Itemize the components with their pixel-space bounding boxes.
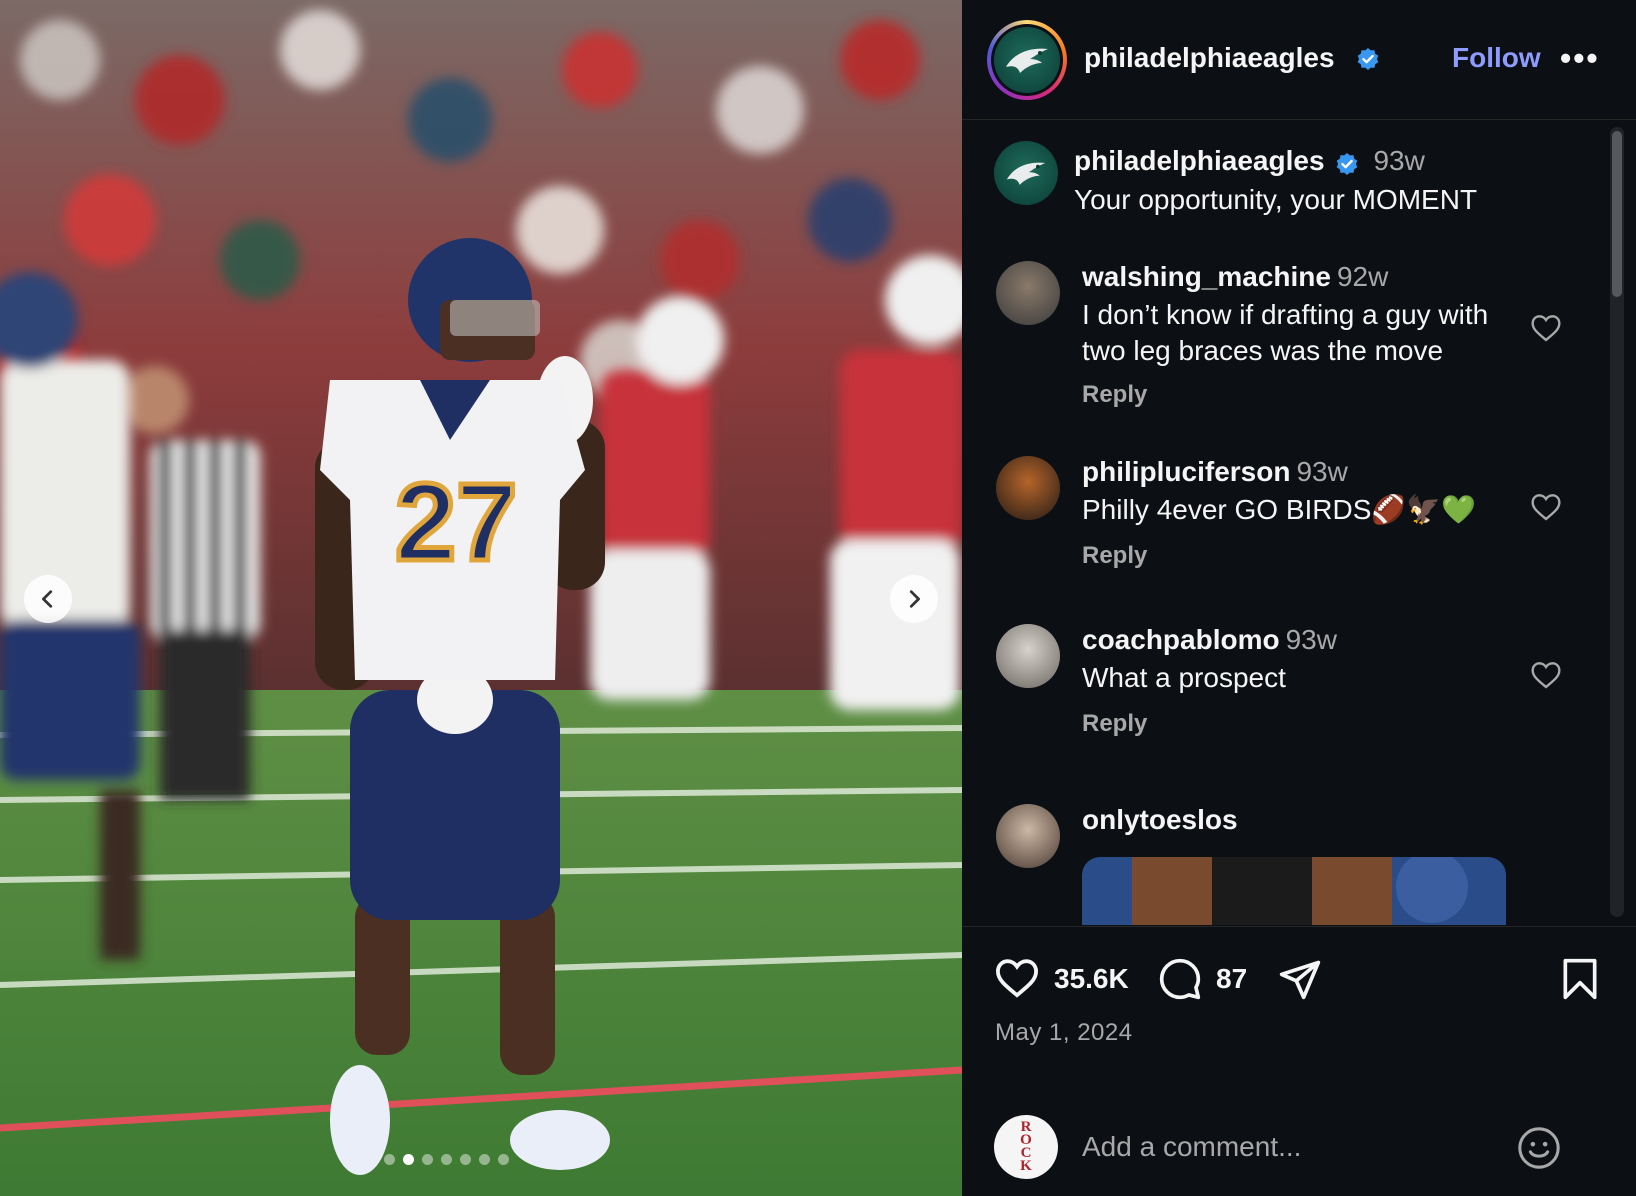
comments-scrollbar[interactable] <box>1610 127 1624 917</box>
comment-input[interactable] <box>1082 1125 1482 1169</box>
post-actions: 35.6K 87 May 1, 2024 ROCK <box>962 926 1636 1196</box>
bookmark-icon[interactable] <box>1560 957 1600 1001</box>
share-icon[interactable] <box>1278 957 1322 1001</box>
carousel-dot <box>498 1154 509 1165</box>
next-image-button[interactable] <box>890 575 938 623</box>
comment-count: 87 <box>1216 963 1248 994</box>
carousel-indicator <box>384 1154 509 1165</box>
comment-icon[interactable] <box>1158 957 1202 1001</box>
chevron-left-icon <box>42 590 53 608</box>
follow-button[interactable]: Follow <box>1452 42 1541 74</box>
post-media[interactable]: 27 <box>0 0 962 1196</box>
gif-image <box>1082 857 1506 925</box>
author-username[interactable]: philadelphiaeagles <box>1084 42 1335 74</box>
comments-list[interactable]: philadelphiaeagles 93w Your opportunity,… <box>962 121 1636 925</box>
post-date: May 1, 2024 <box>995 1019 1133 1046</box>
heart-icon[interactable] <box>994 957 1040 999</box>
avatar-logo-text: ROCK <box>1020 1119 1032 1174</box>
commenter-avatar[interactable] <box>996 804 1060 868</box>
post-photo: 27 <box>0 0 962 1196</box>
chevron-right-icon <box>909 590 920 608</box>
carousel-dot <box>460 1154 471 1165</box>
emoji-icon[interactable] <box>1516 1125 1562 1171</box>
author-avatar-story-ring[interactable] <box>987 20 1067 100</box>
svg-text:27: 27 <box>395 461 517 584</box>
eagle-logo-icon <box>1006 48 1048 73</box>
previous-image-button[interactable] <box>24 575 72 623</box>
carousel-dot <box>441 1154 452 1165</box>
add-comment-bar: ROCK <box>962 1097 1636 1196</box>
carousel-dot <box>403 1154 414 1165</box>
current-user-avatar[interactable]: ROCK <box>994 1115 1058 1179</box>
author-avatar <box>994 27 1060 93</box>
carousel-dot <box>479 1154 490 1165</box>
scrollbar-thumb[interactable] <box>1612 131 1622 297</box>
verified-badge-icon <box>1357 48 1379 70</box>
comment-item: onlytoeslos <box>962 121 1602 925</box>
carousel-dot <box>384 1154 395 1165</box>
comment-username[interactable]: onlytoeslos <box>1082 804 1238 835</box>
carousel-dot <box>422 1154 433 1165</box>
comment-gif-preview[interactable] <box>1082 857 1506 925</box>
more-options-button[interactable]: ••• <box>1560 42 1600 74</box>
post-header: philadelphiaeagles Follow ••• <box>962 0 1636 120</box>
post-detail-panel: philadelphiaeagles Follow ••• philadelph… <box>962 0 1636 1196</box>
like-count[interactable]: 35.6K <box>1054 963 1129 995</box>
